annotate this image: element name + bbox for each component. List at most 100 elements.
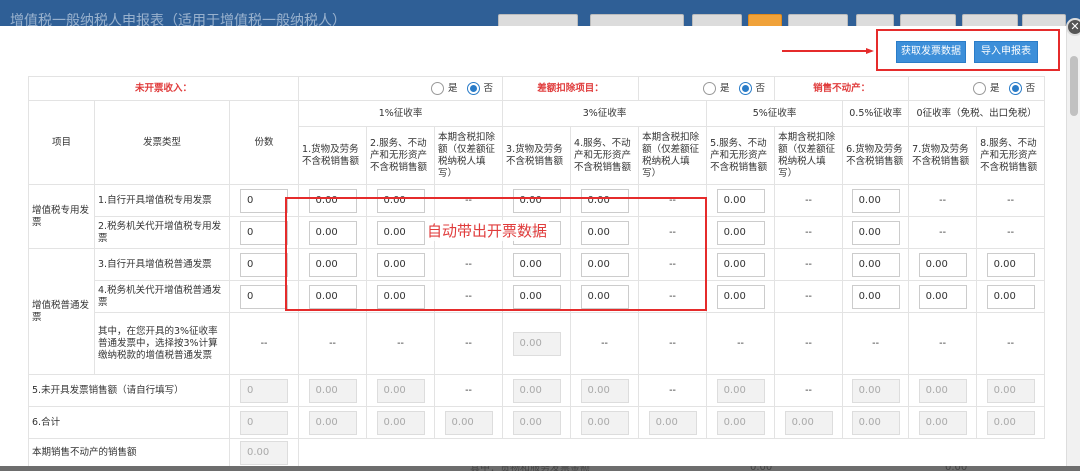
dash-cell: --	[774, 374, 844, 407]
radio-label: 是	[990, 82, 1000, 94]
dash-cell: --	[774, 184, 844, 217]
amount-input-disabled: 0.00	[986, 410, 1035, 435]
amount-input[interactable]: 0.00	[851, 220, 900, 245]
highlight-box-table	[285, 197, 707, 311]
dash-cell: --	[908, 312, 978, 375]
dash-cell: --	[976, 312, 1046, 375]
header-col-deduction: 本期含税扣除额（仅差额征税纳税人填写）	[638, 126, 708, 185]
amount-input[interactable]: 0.00	[716, 252, 765, 277]
header-rate-0: 0征收率（免税、出口免税）	[908, 100, 1046, 127]
dash-cell: --	[908, 184, 978, 217]
uninvoiced-label: 未开票收入：	[135, 82, 193, 94]
deduction-yes-radio[interactable]	[703, 82, 716, 95]
real-estate-no-radio[interactable]	[1008, 82, 1022, 95]
radio-label: 是	[720, 82, 730, 94]
amount-input[interactable]: 0.00	[716, 284, 765, 309]
real-estate-yes-radio[interactable]	[973, 82, 987, 95]
scrollbar[interactable]	[1066, 26, 1080, 466]
amount-input-disabled: 0.00	[240, 441, 289, 465]
row-label-note: 其中，在您开具的3%征收率普通发票中，选择按3%计算缴纳税款的增值税普通发票	[94, 312, 230, 375]
real-estate-label-cell: 销售不动产：	[774, 76, 910, 101]
copies-input[interactable]: 0	[240, 220, 289, 245]
dash-cell: --	[774, 280, 844, 313]
amount-input[interactable]: 0.00	[918, 284, 967, 309]
amount-input[interactable]: 0.00	[851, 188, 900, 213]
row-label-total: 6.合计	[28, 406, 230, 439]
header-copies: 份数	[228, 100, 300, 185]
amount-input-disabled: 0.00	[308, 378, 357, 403]
dash-cell: --	[570, 312, 640, 375]
dash-cell: --	[366, 312, 436, 375]
amount-input-disabled: 0.00	[308, 410, 357, 435]
amount-input-disabled: 0.00	[444, 410, 493, 435]
header-col-3: 3.货物及劳务不含税销售额	[502, 126, 572, 185]
dash-cell: --	[706, 312, 776, 375]
amount-input-disabled: 0.00	[716, 378, 765, 403]
row-label: 5.未开具发票销售额（请自行填写）	[28, 374, 230, 407]
uninvoiced-radio-group: 是 否	[298, 76, 504, 101]
header-rate-0-5: 0.5%征收率	[842, 100, 910, 127]
amount-input-disabled: 0.00	[918, 378, 967, 403]
amount-input-disabled: 0.00	[648, 410, 697, 435]
uninvoiced-no-radio[interactable]	[466, 82, 480, 95]
amount-input-disabled: 0.00	[512, 378, 561, 403]
table-row: 6.合计 0 0.00 0.00 0.00 0.00 0.00 0.00 0.0…	[28, 406, 1046, 439]
header-col-7: 7.货物及劳务不含税销售额	[908, 126, 978, 185]
amount-input-disabled: 0.00	[580, 410, 629, 435]
amount-input[interactable]: 0.00	[851, 284, 900, 309]
amount-input-disabled: 0.00	[851, 378, 900, 403]
uninvoiced-yes-radio[interactable]	[430, 82, 444, 95]
dash-cell: --	[774, 312, 844, 375]
uninvoiced-label-cell: 未开票收入：	[27, 76, 300, 101]
amount-input-disabled: 0.00	[512, 410, 561, 435]
row-label: 3.自行开具增值税普通发票	[94, 248, 230, 281]
header-col-deduction: 本期含税扣除额（仅差额征税纳税人填写）	[434, 126, 504, 185]
row-label: 4.税务机关代开增值税普通发票	[94, 280, 230, 313]
amount-input[interactable]: 0.00	[986, 252, 1035, 277]
get-invoice-data-button[interactable]: 获取发票数据	[896, 41, 966, 63]
header-col-deduction: 本期含税扣除额（仅差额征税纳税人填写）	[774, 126, 844, 185]
dash-cell: --	[908, 216, 978, 249]
copies-input[interactable]: 0	[240, 284, 289, 309]
amount-input[interactable]: 0.00	[986, 284, 1035, 309]
copies-input[interactable]: 0	[240, 188, 289, 213]
deduction-radio-group: 是 否	[638, 76, 776, 101]
radio-label: 否	[483, 82, 494, 94]
group-general-invoice: 增值税普通发票	[28, 248, 95, 375]
amount-input-disabled: 0.00	[376, 378, 425, 403]
dash-cell: --	[434, 312, 504, 375]
dash-cell: --	[434, 374, 504, 407]
header-col-5: 5.服务、不动产和无形资产不含税销售额	[706, 126, 776, 185]
amount-input[interactable]: 0.00	[716, 220, 765, 245]
close-icon[interactable]: ✕	[1066, 18, 1080, 36]
amount-input[interactable]: 0.00	[851, 252, 900, 277]
radio-label: 是	[447, 82, 458, 94]
header-col-8: 8.服务、不动产和无形资产不含税销售额	[976, 126, 1046, 185]
amount-input-disabled: 0.00	[784, 410, 833, 435]
amount-input[interactable]: 0.00	[716, 188, 765, 213]
highlight-box-buttons: 获取发票数据 导入申报表	[876, 29, 1060, 71]
import-declaration-button[interactable]: 导入申报表	[974, 41, 1038, 63]
header-col-6: 6.货物及劳务不含税销售额	[842, 126, 910, 185]
dash-cell: --	[774, 216, 844, 249]
real-estate-label: 销售不动产：	[813, 82, 871, 94]
header-row: 项目 发票类型 份数 1%征收率 3%征收率 5%征收率 0.5%征收率 0征收…	[28, 100, 1046, 185]
header-rate-3: 3%征收率	[502, 100, 708, 127]
dash-cell: --	[298, 312, 368, 375]
amount-input-disabled: 0.00	[851, 410, 900, 435]
deduction-no-radio[interactable]	[738, 82, 752, 95]
dash-cell: --	[638, 312, 708, 375]
table-row: 其中，在您开具的3%征收率普通发票中，选择按3%计算缴纳税款的增值税普通发票 -…	[29, 312, 1046, 375]
empty-cell	[299, 439, 1045, 467]
dash-cell: --	[976, 184, 1046, 217]
row-label: 1.自行开具增值税专用发票	[94, 184, 230, 217]
header-col-1: 1.货物及劳务不含税销售额	[298, 126, 368, 185]
amount-input[interactable]: 0.00	[918, 252, 967, 277]
copies-input[interactable]: 0	[240, 252, 289, 277]
header-invoice-type: 发票类型	[94, 100, 230, 185]
deduction-label-cell: 差额扣除项目：	[502, 76, 640, 101]
annotation-text: 自动带出开票数据	[425, 220, 550, 241]
amount-input-disabled: 0.00	[512, 331, 561, 356]
real-estate-radio-group: 是 否	[908, 76, 1046, 101]
scroll-thumb[interactable]	[1070, 56, 1078, 116]
